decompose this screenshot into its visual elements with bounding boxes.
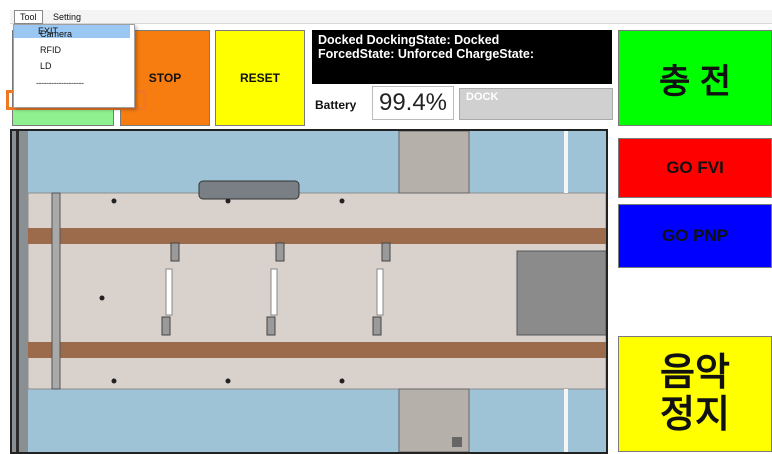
tool-dropdown-menu: Camera RFID LD ------------------- EXIT <box>13 24 135 108</box>
music-stop-button[interactable]: 음악 정지 <box>618 336 772 452</box>
go-pnp-button[interactable]: GO PNP <box>618 204 772 268</box>
menu-tool[interactable]: Tool <box>14 10 43 24</box>
dock-button[interactable]: DOCK <box>459 88 613 120</box>
map-canvas <box>12 130 607 453</box>
menu-item-rfid[interactable]: RFID <box>40 45 61 55</box>
status-display: Docked DockingState: Docked ForcedState:… <box>312 30 612 84</box>
menu-item-ld[interactable]: LD <box>40 61 52 71</box>
reset-button[interactable]: RESET <box>215 30 305 126</box>
menu-setting[interactable]: Setting <box>48 10 86 24</box>
charge-button[interactable]: 충 전 <box>618 30 772 126</box>
map-view[interactable] <box>10 129 608 454</box>
go-fvi-button[interactable]: GO FVI <box>618 138 772 198</box>
menu-item-camera[interactable]: Camera <box>40 29 72 39</box>
battery-label: Battery <box>315 98 357 112</box>
menu-separator: ------------------- <box>36 78 84 88</box>
battery-value: 99.4% <box>372 86 454 120</box>
menu-bar: Tool Setting <box>10 10 772 24</box>
